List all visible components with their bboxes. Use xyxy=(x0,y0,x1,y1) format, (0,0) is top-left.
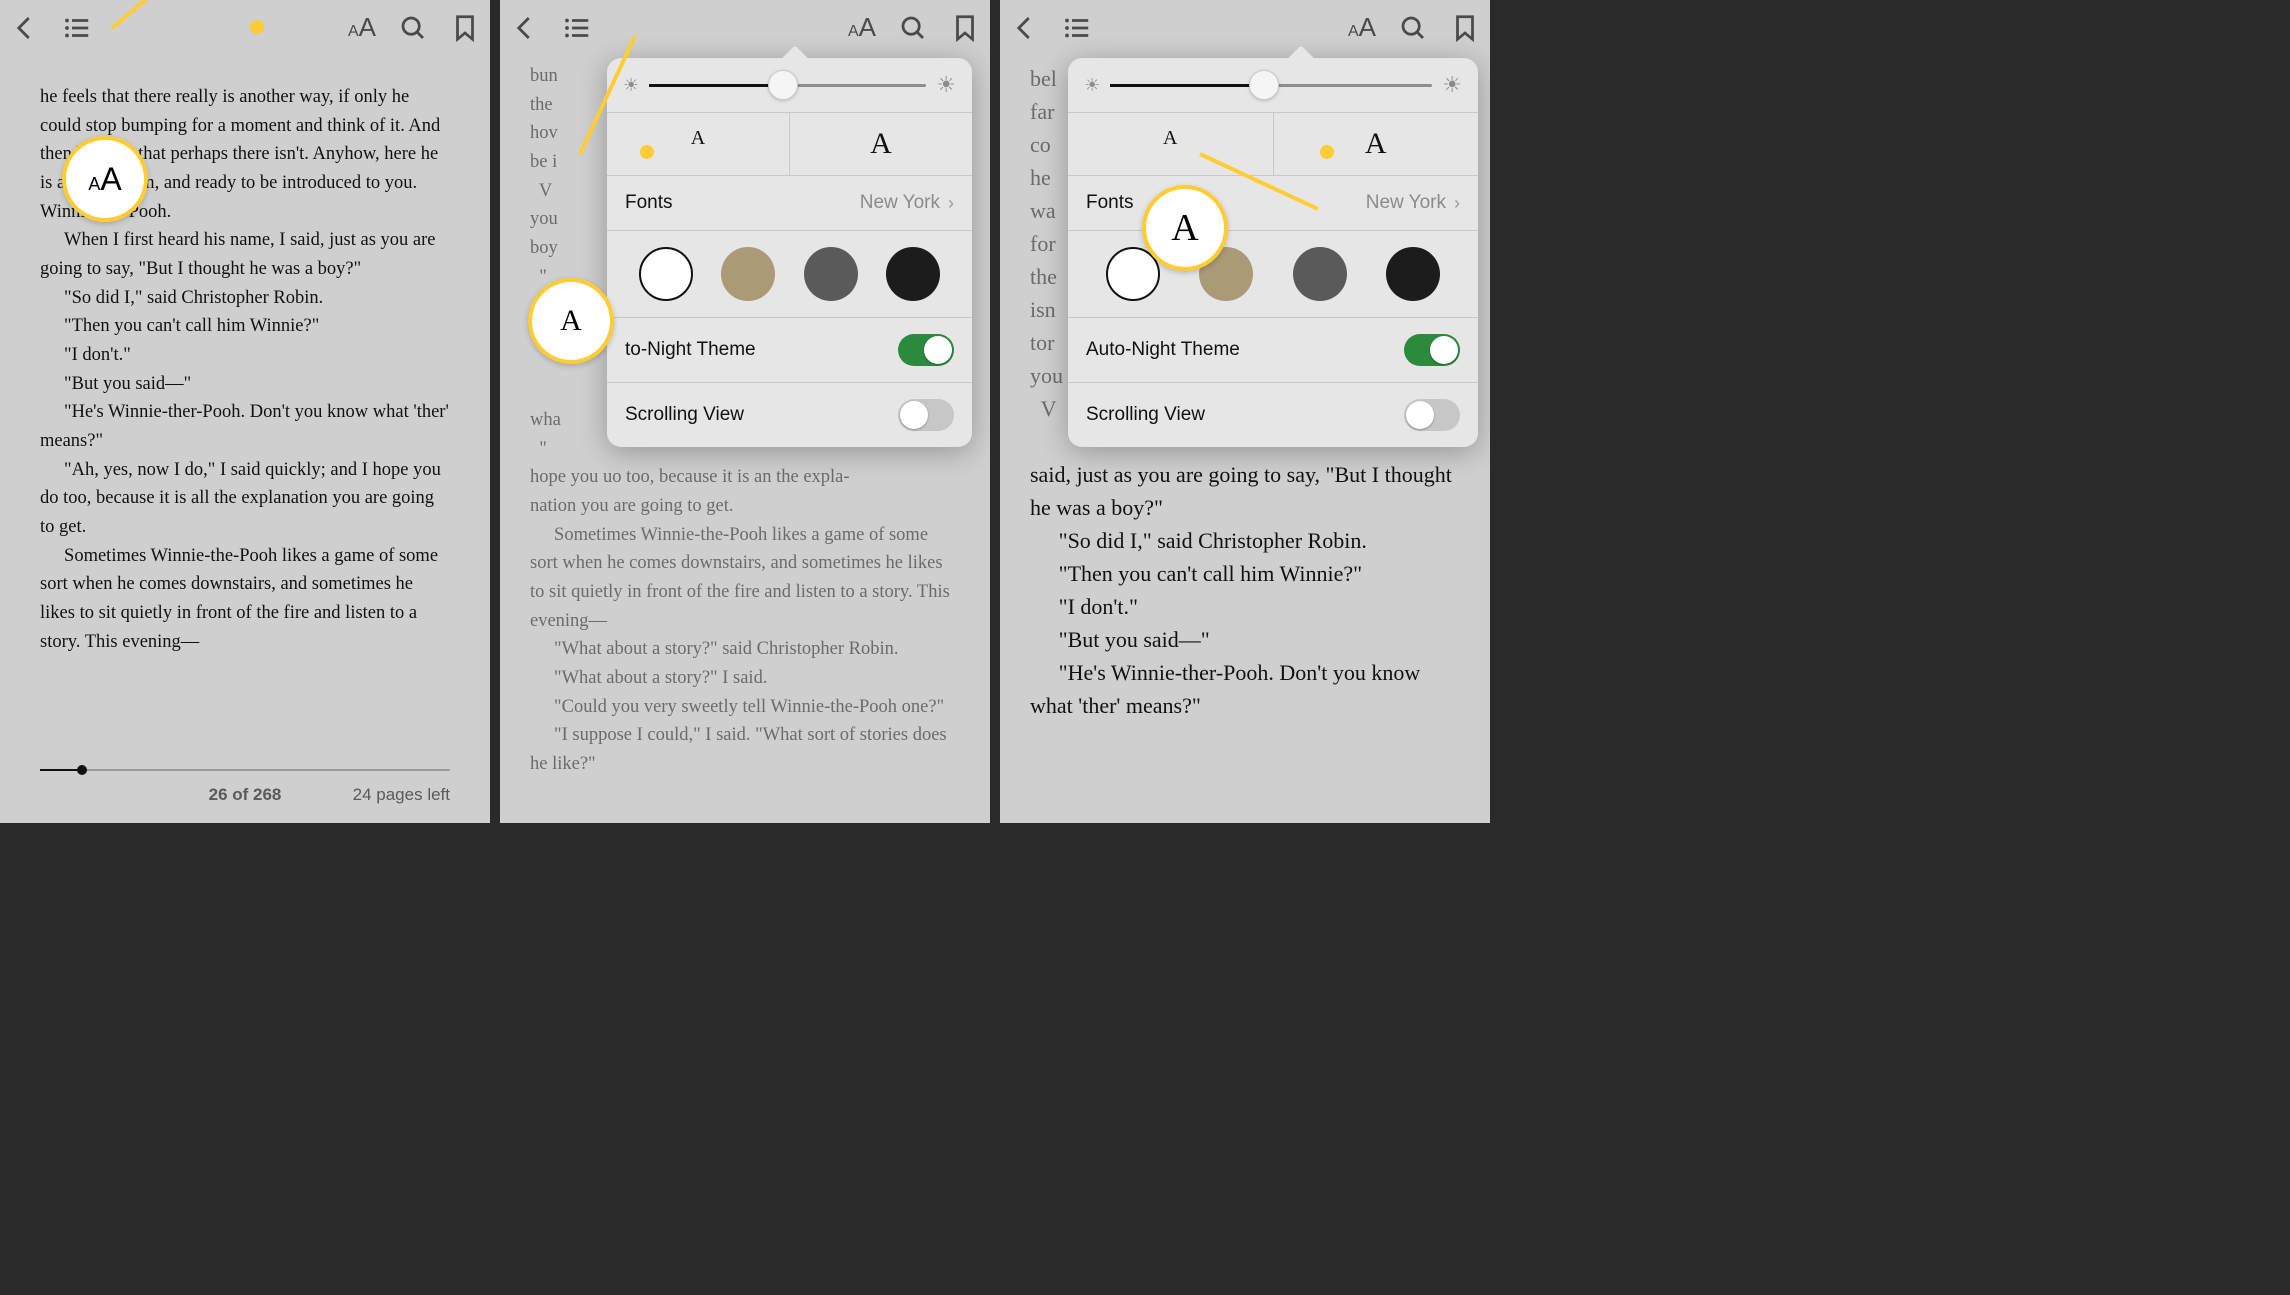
screen-2: AA bun the hov be i V you boy " wha " ho… xyxy=(500,0,990,823)
appearance-icon[interactable]: AA xyxy=(848,12,876,43)
font-size-row: A A xyxy=(607,112,972,175)
bookmark-icon[interactable] xyxy=(950,13,980,43)
reader-text-dimmed: bel far co he wa for the isn tor you V xyxy=(1030,62,1063,425)
para: "Ah, yes, now I do," I said quickly; and… xyxy=(40,456,450,542)
callout-appearance: AA xyxy=(62,136,148,222)
auto-night-toggle[interactable] xyxy=(898,334,954,366)
brightness-low-icon: ☀ xyxy=(623,75,639,96)
back-icon[interactable] xyxy=(510,13,540,43)
theme-gray[interactable] xyxy=(804,247,858,301)
font-smaller-button[interactable]: A xyxy=(1068,113,1273,175)
scrolling-toggle[interactable] xyxy=(1404,399,1460,431)
appearance-icon[interactable]: AA xyxy=(1348,12,1376,43)
search-icon[interactable] xyxy=(398,13,428,43)
callout-end-dot xyxy=(250,20,264,34)
brightness-high-icon: ☀ xyxy=(1442,72,1462,98)
auto-night-toggle[interactable] xyxy=(1404,334,1460,366)
font-larger-button[interactable]: A xyxy=(1273,113,1479,175)
footer: 26 of 268 . 24 pages left xyxy=(0,755,490,823)
callout-font-larger: A xyxy=(1142,185,1228,271)
screen-3: AA bel far co he wa for the isn tor you … xyxy=(1000,0,1490,823)
font-larger-button[interactable]: A xyxy=(789,113,972,175)
callout-font-smaller: A xyxy=(528,278,614,364)
brightness-slider[interactable]: ☀ ☀ xyxy=(1068,58,1478,112)
theme-white[interactable] xyxy=(639,247,693,301)
font-size-row: A A xyxy=(1068,112,1478,175)
appearance-popover: ☀ ☀ A A Fonts New York › to-Night Theme … xyxy=(607,58,972,447)
themes-row xyxy=(1068,230,1478,317)
scrolling-row: Scrolling View xyxy=(607,382,972,447)
bookmark-icon[interactable] xyxy=(1450,13,1480,43)
brightness-low-icon: ☀ xyxy=(1084,75,1100,96)
callout-end-dot xyxy=(1320,145,1334,159)
para: "I don't." xyxy=(40,341,450,370)
brightness-slider[interactable]: ☀ ☀ xyxy=(607,58,972,112)
scrolling-label: Scrolling View xyxy=(1086,404,1205,426)
para: "But you said—" xyxy=(40,370,450,399)
chevron-right-icon: › xyxy=(948,193,954,214)
back-icon[interactable] xyxy=(1010,13,1040,43)
fonts-label: Fonts xyxy=(1086,192,1134,214)
scrolling-toggle[interactable] xyxy=(898,399,954,431)
scrolling-row: Scrolling View xyxy=(1068,382,1478,447)
bookmark-icon[interactable] xyxy=(450,13,480,43)
para: "Then you can't call him Winnie?" xyxy=(40,312,450,341)
themes-row xyxy=(607,230,972,317)
theme-gray[interactable] xyxy=(1293,247,1347,301)
reader-text: he feels that there really is another wa… xyxy=(0,55,490,666)
auto-night-row: Auto-Night Theme xyxy=(1068,317,1478,382)
fonts-label: Fonts xyxy=(625,192,673,214)
theme-sepia[interactable] xyxy=(721,247,775,301)
search-icon[interactable] xyxy=(898,13,928,43)
toc-icon[interactable] xyxy=(62,13,92,43)
para: Sometimes Winnie-the-Pooh likes a game o… xyxy=(40,542,450,657)
para: "He's Winnie-ther-Pooh. Don't you know w… xyxy=(40,398,450,455)
fonts-row[interactable]: Fonts New York › xyxy=(1068,175,1478,230)
font-smaller-button[interactable]: A xyxy=(607,113,789,175)
toc-icon[interactable] xyxy=(562,13,592,43)
fonts-row[interactable]: Fonts New York › xyxy=(607,175,972,230)
auto-night-row: to-Night Theme xyxy=(607,317,972,382)
para: When I first heard his name, I said, jus… xyxy=(40,226,450,283)
brightness-high-icon: ☀ xyxy=(936,72,956,98)
page-counter: 26 of 268 xyxy=(0,785,490,805)
toolbar: AA xyxy=(500,0,990,55)
theme-black[interactable] xyxy=(886,247,940,301)
fonts-value: New York xyxy=(1366,192,1446,214)
toolbar: AA xyxy=(0,0,490,55)
toolbar: AA xyxy=(1000,0,1490,55)
reader-text: said, just as you are going to say, "But… xyxy=(1000,430,1490,732)
chevron-right-icon: › xyxy=(1454,193,1460,214)
scrolling-label: Scrolling View xyxy=(625,404,744,426)
auto-night-label: to-Night Theme xyxy=(625,339,756,361)
appearance-popover: ☀ ☀ A A Fonts New York › Auto-Night Them… xyxy=(1068,58,1478,447)
toc-icon[interactable] xyxy=(1062,13,1092,43)
page-progress[interactable] xyxy=(40,769,450,771)
back-icon[interactable] xyxy=(10,13,40,43)
screen-1: AA he feels that there really is another… xyxy=(0,0,490,823)
para: "So did I," said Christopher Robin. xyxy=(40,284,450,313)
auto-night-label: Auto-Night Theme xyxy=(1086,339,1240,361)
theme-black[interactable] xyxy=(1386,247,1440,301)
fonts-value: New York xyxy=(860,192,940,214)
callout-end-dot xyxy=(640,145,654,159)
appearance-icon[interactable]: AA xyxy=(348,12,376,43)
search-icon[interactable] xyxy=(1398,13,1428,43)
